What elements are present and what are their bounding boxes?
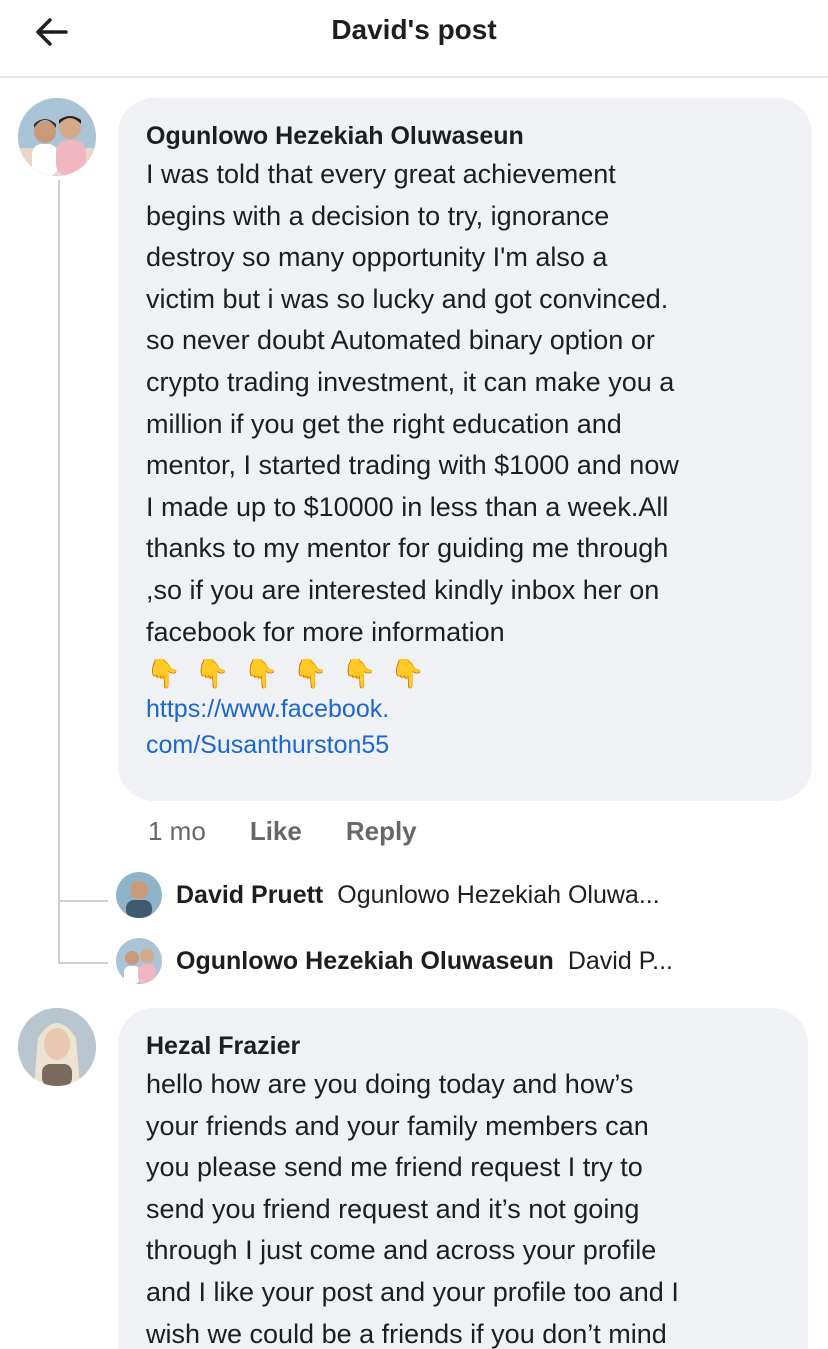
comment-author[interactable]: Hezal Frazier [146,1028,780,1064]
top-bar: David's post [0,0,828,78]
pointing-down-icon: 👇 [292,658,328,690]
pointing-down-icon: 👇 [194,658,230,690]
couple-photo-icon [116,938,162,984]
profile-link-line2[interactable]: com/Susanthurston55 [146,727,784,763]
couple-photo-icon [18,98,96,176]
avatar[interactable] [116,938,162,984]
emoji-row: 👇 👇 👇 👇 👇 👇 [146,657,784,691]
reply-item[interactable]: Ogunlowo Hezekiah Oluwaseun David P... [116,936,816,986]
reply-button[interactable]: Reply [346,816,417,847]
thread-line-branch [58,900,108,902]
pointing-down-icon: 👇 [243,658,279,690]
reply-author[interactable]: Ogunlowo Hezekiah Oluwaseun [176,947,554,976]
pointing-down-icon: 👇 [341,658,377,690]
pointing-down-icon: 👇 [390,658,426,690]
profile-link-line1[interactable]: https://www.facebook. [146,691,784,727]
comment-actions: 1 mo Like Reply [148,816,417,847]
woman-photo-icon [18,1008,96,1086]
reply-author[interactable]: David Pruett [176,881,323,910]
person-photo-icon [116,872,162,918]
reply-preview: Ogunlowo Hezekiah Oluwa... [337,880,660,909]
comment-bubble: Ogunlowo Hezekiah Oluwaseun I was told t… [118,98,812,801]
comment-text: I was told that every great achievement … [146,159,679,647]
avatar[interactable] [116,872,162,918]
avatar[interactable] [18,1008,96,1086]
avatar[interactable] [18,98,96,176]
comment-author[interactable]: Ogunlowo Hezekiah Oluwaseun [146,118,784,154]
comment-text: hello how are you doing today and how’s … [146,1069,679,1349]
comment-bubble: Hezal Frazier hello how are you doing to… [118,1008,808,1349]
reply-preview: David P... [567,946,673,975]
like-button[interactable]: Like [250,816,302,847]
thread-line [58,180,60,963]
page-title: David's post [331,14,497,45]
comment-timestamp: 1 mo [148,816,206,846]
reply-item[interactable]: David Pruett Ogunlowo Hezekiah Oluwa... [116,870,816,920]
thread-line-branch [58,962,108,964]
pointing-down-icon: 👇 [146,658,181,690]
